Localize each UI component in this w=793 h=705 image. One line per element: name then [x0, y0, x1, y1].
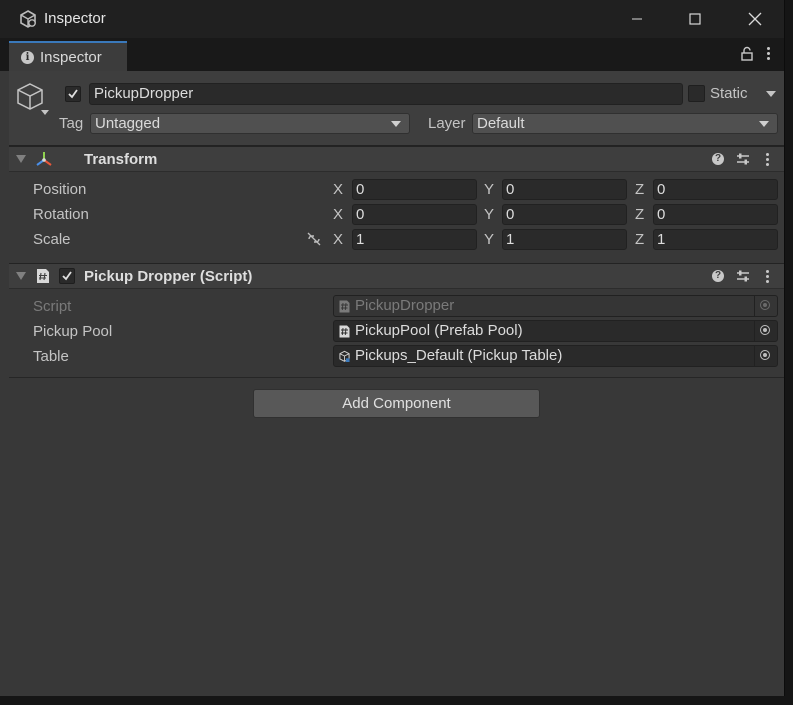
scale-z-field[interactable]: 1 — [653, 229, 778, 250]
object-picker-button[interactable] — [754, 346, 777, 366]
info-icon: i — [21, 51, 34, 64]
scriptable-object-icon — [339, 350, 350, 362]
table-field[interactable]: Pickups_Default (Pickup Table) — [333, 345, 778, 367]
unity-icon — [20, 10, 36, 28]
scale-x-field[interactable]: 1 — [352, 229, 477, 250]
static-label: Static — [710, 85, 748, 102]
script-menu-icon[interactable] — [766, 270, 770, 285]
gameobject-cube-icon[interactable] — [16, 82, 44, 112]
axis-z-label[interactable]: Z — [635, 231, 644, 248]
rotation-y-field[interactable]: 0 — [502, 204, 627, 225]
static-checkbox[interactable] — [688, 85, 705, 102]
transform-foldout-icon[interactable] — [16, 155, 26, 163]
close-button[interactable] — [726, 0, 784, 38]
static-dropdown-icon[interactable] — [766, 91, 776, 97]
rotation-x-field[interactable]: 0 — [352, 204, 477, 225]
rotation-label: Rotation — [33, 206, 89, 223]
layer-dropdown[interactable]: Default — [472, 113, 778, 134]
presets-icon[interactable] — [736, 269, 750, 283]
transform-icon — [36, 152, 52, 166]
script-icon — [339, 325, 350, 338]
lock-icon[interactable] — [740, 46, 754, 62]
chevron-down-icon — [391, 121, 401, 127]
rotation-z-field[interactable]: 0 — [653, 204, 778, 225]
maximize-button[interactable] — [666, 0, 724, 38]
checkmark-icon — [68, 89, 78, 99]
axis-z-label[interactable]: Z — [635, 206, 644, 223]
position-y-field[interactable]: 0 — [502, 179, 627, 200]
script-field: PickupDropper — [333, 295, 778, 317]
tab-inspector[interactable]: i Inspector — [9, 41, 127, 71]
script-icon — [339, 300, 350, 313]
title-bar[interactable]: Inspector — [0, 0, 784, 38]
tab-label: Inspector — [40, 49, 102, 66]
script-label: Script — [33, 298, 72, 315]
layer-label: Layer — [428, 115, 466, 132]
table-value: Pickups_Default (Pickup Table) — [355, 347, 563, 364]
pickup-pool-label: Pickup Pool — [33, 323, 113, 340]
scale-y-field[interactable]: 1 — [502, 229, 627, 250]
transform-menu-icon[interactable] — [766, 153, 770, 168]
maximize-icon — [689, 13, 701, 25]
target-icon — [760, 350, 770, 360]
axis-y-label[interactable]: Y — [484, 206, 494, 223]
gameobject-name-field[interactable]: PickupDropper — [89, 83, 683, 105]
constrain-proportions-icon[interactable] — [306, 232, 322, 246]
help-icon[interactable]: ? — [712, 270, 724, 282]
script-foldout-icon[interactable] — [16, 272, 26, 280]
axis-x-label[interactable]: X — [333, 181, 343, 198]
axis-x-label[interactable]: X — [333, 231, 343, 248]
window-title: Inspector — [44, 10, 106, 27]
position-x-field[interactable]: 0 — [352, 179, 477, 200]
object-picker-button[interactable] — [754, 321, 777, 341]
scale-label: Scale — [33, 231, 71, 248]
section-divider — [9, 377, 784, 378]
tag-value: Untagged — [95, 115, 161, 132]
pickup-pool-value: PickupPool (Prefab Pool) — [355, 322, 523, 339]
tag-label: Tag — [59, 115, 84, 132]
icon-dropdown-arrow-icon[interactable] — [41, 110, 49, 115]
inspector-window: Inspector i Inspector PickupDropper Stat… — [0, 0, 785, 696]
active-checkbox[interactable] — [65, 86, 81, 102]
close-icon — [748, 12, 762, 26]
script-field-value: PickupDropper — [355, 297, 455, 314]
minimize-button[interactable] — [608, 0, 666, 38]
object-picker-button — [754, 296, 777, 316]
position-z-field[interactable]: 0 — [653, 179, 778, 200]
pickup-pool-field[interactable]: PickupPool (Prefab Pool) — [333, 320, 778, 342]
target-icon — [760, 300, 770, 310]
help-icon[interactable]: ? — [712, 153, 724, 165]
script-icon — [37, 269, 49, 283]
table-label: Table — [33, 348, 69, 365]
position-label: Position — [33, 181, 87, 198]
transform-title: Transform — [84, 151, 158, 168]
axis-y-label[interactable]: Y — [484, 181, 494, 198]
add-component-button[interactable]: Add Component — [253, 389, 540, 418]
axis-z-label[interactable]: Z — [635, 181, 644, 198]
axis-x-label[interactable]: X — [333, 206, 343, 223]
script-enabled-checkbox[interactable] — [59, 268, 75, 284]
tag-dropdown[interactable]: Untagged — [90, 113, 410, 134]
layer-value: Default — [477, 115, 525, 132]
target-icon — [760, 325, 770, 335]
tab-bar: i Inspector — [0, 38, 784, 71]
axis-y-label[interactable]: Y — [484, 231, 494, 248]
script-component-title: Pickup Dropper (Script) — [84, 268, 253, 285]
tab-menu-icon[interactable] — [767, 47, 771, 62]
chevron-down-icon — [759, 121, 769, 127]
presets-icon[interactable] — [736, 152, 750, 166]
minimize-icon — [632, 18, 642, 20]
checkmark-icon — [62, 271, 72, 281]
